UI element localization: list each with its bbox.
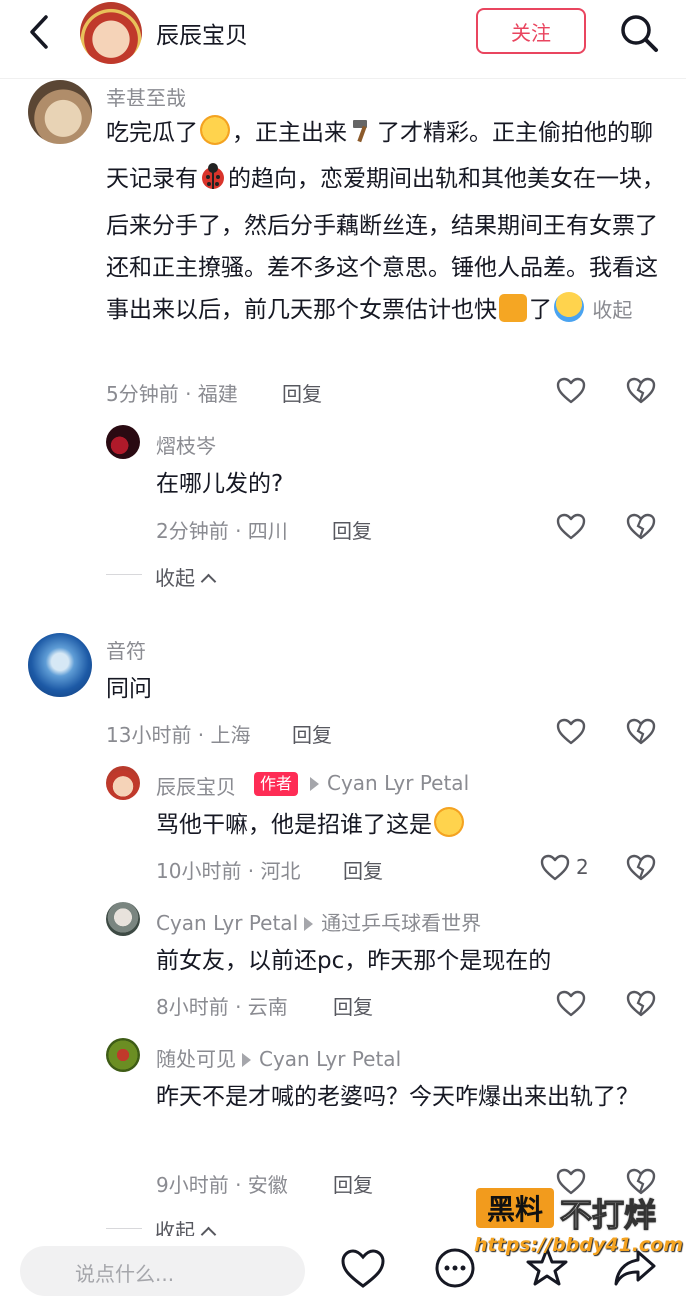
heart-icon[interactable] bbox=[556, 717, 586, 747]
search-button[interactable] bbox=[618, 12, 660, 54]
triangle-right-icon bbox=[242, 1052, 251, 1067]
comment-meta: 13小时前 · 上海 bbox=[106, 723, 251, 747]
avatar[interactable] bbox=[106, 902, 140, 936]
heart-icon[interactable] bbox=[556, 376, 586, 406]
like-count: 2 bbox=[576, 855, 589, 879]
dislike-icon[interactable] bbox=[626, 717, 656, 747]
author-badge: 作者 bbox=[254, 772, 299, 796]
hand-over-mouth-emoji-icon bbox=[434, 807, 464, 837]
heart-icon[interactable] bbox=[556, 989, 586, 1019]
divider bbox=[106, 1228, 142, 1229]
reply-to-target[interactable]: Cyan Lyr Petal bbox=[304, 771, 469, 795]
reply-button[interactable]: 回复 bbox=[333, 1169, 373, 1198]
dislike-icon[interactable] bbox=[626, 512, 656, 542]
watermark-badge: 黑料 bbox=[476, 1188, 554, 1228]
collapse-text-link[interactable]: 收起 bbox=[586, 298, 632, 322]
comment-author[interactable]: 随处可见 Cyan Lyr Petal bbox=[156, 1043, 401, 1072]
reply-button[interactable]: 回复 bbox=[333, 991, 373, 1020]
watermark-text: 不打烊 bbox=[559, 1195, 657, 1234]
comment-meta: 2分钟前 · 四川 bbox=[156, 519, 288, 543]
avatar[interactable] bbox=[106, 766, 140, 800]
avatar[interactable] bbox=[106, 1038, 140, 1072]
avatar[interactable] bbox=[80, 2, 142, 64]
reply-button[interactable]: 回复 bbox=[332, 515, 372, 544]
dislike-icon[interactable] bbox=[626, 853, 656, 883]
avatar[interactable] bbox=[28, 80, 92, 144]
comment-author[interactable]: 音符 bbox=[106, 635, 146, 664]
avatar[interactable] bbox=[106, 425, 140, 459]
comment-text[interactable]: 前女友，以前还pc，昨天那个是现在的 bbox=[156, 940, 551, 982]
reply-button[interactable]: 回复 bbox=[343, 855, 383, 884]
reply-button[interactable]: 回复 bbox=[282, 378, 322, 407]
comment-text[interactable]: 吃完瓜了 ，正主出来 了才精彩。正主偷拍他的聊天记录有 的趋向，恋爱期间出轨和其他美女… bbox=[106, 112, 666, 331]
comment-icon[interactable] bbox=[432, 1248, 478, 1288]
collapse-replies-button[interactable]: 收起 bbox=[155, 562, 217, 591]
follow-button[interactable]: 关注 bbox=[476, 8, 586, 54]
comment-meta: 10小时前 · 河北 bbox=[156, 859, 301, 883]
chevron-up-icon bbox=[201, 573, 217, 590]
top-bar: 辰辰宝贝 关注 bbox=[0, 0, 686, 79]
laughing-tears-emoji-icon bbox=[200, 115, 230, 145]
dislike-icon[interactable] bbox=[626, 989, 656, 1019]
page-title[interactable]: 辰辰宝贝 bbox=[156, 16, 248, 50]
hammer-emoji-icon bbox=[347, 114, 377, 158]
back-button[interactable] bbox=[20, 12, 60, 52]
comment-meta: 5分钟前 · 福建 bbox=[106, 382, 238, 406]
watermark-url: https://bbdy41.com bbox=[474, 1234, 684, 1256]
comment-text[interactable]: 同问 bbox=[106, 668, 152, 710]
comment-author[interactable]: 辰辰宝贝 bbox=[156, 771, 236, 800]
comment-author[interactable]: Cyan Lyr Petal 通过乒乓球看世界 bbox=[156, 907, 481, 936]
comment-text[interactable]: 骂他干嘛，他是招谁了这是 bbox=[156, 804, 466, 846]
comment-author[interactable]: 熠枝岑 bbox=[156, 430, 216, 459]
ladybug-emoji-icon bbox=[198, 161, 228, 205]
dislike-icon[interactable] bbox=[626, 376, 656, 406]
heart-icon[interactable] bbox=[556, 512, 586, 542]
triangle-right-icon bbox=[304, 916, 314, 931]
crying-emoji-icon bbox=[554, 292, 584, 322]
comment-author[interactable]: 幸甚至哉 bbox=[106, 82, 186, 111]
search-icon bbox=[621, 15, 658, 52]
heart-icon[interactable] bbox=[540, 853, 570, 883]
avatar[interactable] bbox=[28, 633, 92, 697]
comment-text[interactable]: 在哪儿发的? bbox=[156, 463, 283, 505]
reply-button[interactable]: 回复 bbox=[292, 719, 332, 748]
comment-text[interactable]: 昨天不是才喊的老婆吗？今天咋爆出来出轨了？ bbox=[156, 1076, 656, 1118]
watermark-logo: 黑料 不打烊 https://bbdy41.com bbox=[474, 1188, 683, 1260]
comment-input-placeholder[interactable]: 说点什么... bbox=[75, 1258, 174, 1287]
comment-meta: 8小时前 · 云南 bbox=[156, 995, 288, 1019]
comment-meta: 9小时前 · 安徽 bbox=[156, 1173, 288, 1197]
triangle-right-icon bbox=[310, 776, 319, 791]
none-emoji-icon bbox=[499, 294, 527, 322]
chevron-left-icon bbox=[30, 15, 48, 49]
divider bbox=[106, 574, 142, 575]
heart-icon[interactable] bbox=[340, 1248, 386, 1288]
